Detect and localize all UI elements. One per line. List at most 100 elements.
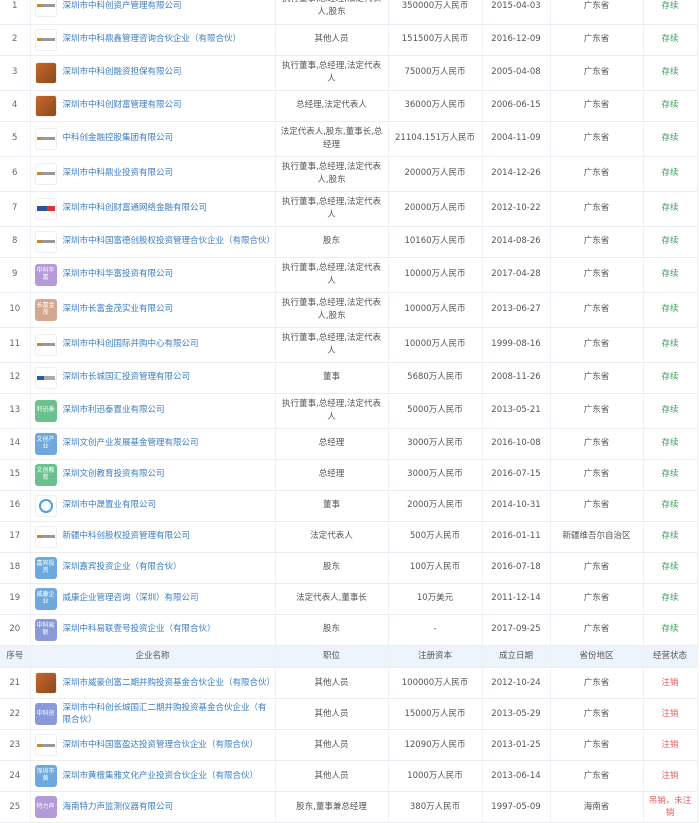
position-cell: 其他人员 <box>275 761 388 792</box>
province-cell: 海南省 <box>550 792 643 823</box>
company-name-cell: 嘉宾投资深圳嘉宾投资企业（有限合伙） <box>30 552 275 583</box>
date-cell: 2013-01-25 <box>482 730 550 761</box>
company-name-link[interactable]: 深圳市中科创融资担保有限公司 <box>63 66 182 78</box>
company-name-wrap: 中科创深圳市中科创长城国汇二期并购投资基金合伙企业（有限合伙） <box>35 702 272 727</box>
status-badge: 注销 <box>643 730 697 761</box>
position-cell: 法定代表人,董事长 <box>275 583 388 614</box>
company-name-link[interactable]: 深圳市中科国富盈达投资管理合伙企业（有限合伙） <box>63 739 259 751</box>
status-badge: 存续 <box>643 257 697 292</box>
capital-cell: 10万美元 <box>388 583 482 614</box>
position-cell: 董事 <box>275 362 388 393</box>
position-cell: 其他人员 <box>275 699 388 730</box>
company-name-wrap: 深圳市中科鼎业投资有限公司 <box>35 163 272 185</box>
position-cell: 股东 <box>275 226 388 257</box>
row-number: 21 <box>0 668 30 699</box>
company-name-link[interactable]: 深圳市威豪创富二期并购投资基金合伙企业（有限合伙） <box>63 677 272 689</box>
company-name-link[interactable]: 深圳文创产业发展基金管理有限公司 <box>63 437 199 449</box>
table-row: 6深圳市中科鼎业投资有限公司执行董事,总经理,法定代表人,股东20000万人民币… <box>0 156 697 191</box>
company-name-link[interactable]: 深圳市利迅泰置业有限公司 <box>63 404 165 416</box>
province-cell: 广东省 <box>550 459 643 490</box>
date-cell: 2016-10-08 <box>482 428 550 459</box>
table-row: 19威康企业威康企业管理咨询（深圳）有限公司法定代表人,董事长10万美元2011… <box>0 583 697 614</box>
table-row: 20中科易联深圳中科易联壹号投资企业（有限合伙）股东-2017-09-25广东省… <box>0 614 697 645</box>
capital-cell: 21104.151万人民币 <box>388 121 482 156</box>
status-badge: 存续 <box>643 393 697 428</box>
company-logo-icon <box>35 495 57 517</box>
capital-cell: 15000万人民币 <box>388 699 482 730</box>
company-name-link[interactable]: 深圳市中科创财富通网络金融有限公司 <box>63 202 208 214</box>
company-name-link[interactable]: 新疆中科创股权投资管理有限公司 <box>63 530 191 542</box>
company-name-link[interactable]: 深圳市中科创长城国汇二期并购投资基金合伙企业（有限合伙） <box>63 702 272 727</box>
company-name-wrap: 深圳市中科创财富通网络金融有限公司 <box>35 198 272 220</box>
company-name-link[interactable]: 深圳市黄檀集雅文化产业投资合伙企业（有限合伙） <box>63 770 259 782</box>
header-status: 经营状态 <box>643 646 697 668</box>
table-row: 2深圳市中科鼎鑫管理咨询合伙企业（有限合伙）其他人员151500万人民币2016… <box>0 24 697 55</box>
company-name-cell: 深圳市中科创融资担保有限公司 <box>30 55 275 90</box>
date-cell: 2006-06-15 <box>482 90 550 121</box>
company-name-link[interactable]: 海南特力声监测仪器有限公司 <box>63 801 174 813</box>
status-badge: 存续 <box>643 55 697 90</box>
position-cell: 执行董事,总经理,法定代表人 <box>275 327 388 362</box>
date-cell: 2016-12-09 <box>482 24 550 55</box>
capital-cell: 10000万人民币 <box>388 327 482 362</box>
table-row: 12深圳市长城国汇投资管理有限公司董事5680万人民币2008-11-26广东省… <box>0 362 697 393</box>
table-row: 17新疆中科创股权投资管理有限公司法定代表人500万人民币2016-01-11新… <box>0 521 697 552</box>
capital-cell: 151500万人民币 <box>388 24 482 55</box>
row-number: 16 <box>0 490 30 521</box>
company-name-wrap: 文创教育深圳文创教育投资有限公司 <box>35 464 272 486</box>
province-cell: 广东省 <box>550 428 643 459</box>
position-cell: 执行董事,总经理,法定代表人,股东 <box>275 292 388 327</box>
company-logo-icon <box>35 231 57 253</box>
company-name-link[interactable]: 威康企业管理咨询（深圳）有限公司 <box>63 592 199 604</box>
capital-cell: 500万人民币 <box>388 521 482 552</box>
company-name-link[interactable]: 深圳中科易联壹号投资企业（有限合伙） <box>63 623 216 635</box>
company-name-cell: 文创产业深圳文创产业发展基金管理有限公司 <box>30 428 275 459</box>
province-cell: 广东省 <box>550 90 643 121</box>
date-cell: 2013-05-29 <box>482 699 550 730</box>
table-row: 11深圳市中科创国际并购中心有限公司执行董事,总经理,法定代表人10000万人民… <box>0 327 697 362</box>
company-name-link[interactable]: 深圳市中晟置业有限公司 <box>63 499 157 511</box>
capital-cell: 10000万人民币 <box>388 257 482 292</box>
province-cell: 广东省 <box>550 668 643 699</box>
date-cell: 2008-11-26 <box>482 362 550 393</box>
province-cell: 广东省 <box>550 24 643 55</box>
company-name-link[interactable]: 深圳市中科创财富管理有限公司 <box>63 99 182 111</box>
row-number: 2 <box>0 24 30 55</box>
province-cell: 广东省 <box>550 583 643 614</box>
header-capital: 注册资本 <box>388 646 482 668</box>
status-badge: 存续 <box>643 521 697 552</box>
capital-cell: 5680万人民币 <box>388 362 482 393</box>
company-name-wrap: 深圳市中科创资产管理有限公司 <box>35 0 272 17</box>
capital-cell: 36000万人民币 <box>388 90 482 121</box>
company-name-link[interactable]: 深圳文创教育投资有限公司 <box>63 468 165 480</box>
company-name-link[interactable]: 深圳市中科创国际并购中心有限公司 <box>63 338 199 350</box>
company-name-wrap: 深圳市中科创融资担保有限公司 <box>35 62 272 84</box>
date-cell: 2013-06-27 <box>482 292 550 327</box>
company-name-cell: 深圳市中科国富德创股权投资管理合伙企业（有限合伙） <box>30 226 275 257</box>
position-cell: 执行董事,总经理,法定代表人 <box>275 393 388 428</box>
table-row: 3深圳市中科创融资担保有限公司执行董事,总经理,法定代表人75000万人民币20… <box>0 55 697 90</box>
province-cell: 广东省 <box>550 730 643 761</box>
company-name-link[interactable]: 深圳市中科鼎业投资有限公司 <box>63 167 174 179</box>
date-cell: 2014-10-31 <box>482 490 550 521</box>
company-logo-icon: 文创产业 <box>35 433 57 455</box>
table-row: 9中科华富深圳市中科华富投资有限公司执行董事,总经理,法定代表人10000万人民… <box>0 257 697 292</box>
position-cell: 其他人员 <box>275 668 388 699</box>
company-name-link[interactable]: 深圳市中科华富投资有限公司 <box>63 268 174 280</box>
company-name-cell: 深圳市中科鼎鑫管理咨询合伙企业（有限合伙） <box>30 24 275 55</box>
company-name-link[interactable]: 深圳市中科鼎鑫管理咨询合伙企业（有限合伙） <box>63 33 242 45</box>
company-logo-icon <box>35 0 57 17</box>
company-name-link[interactable]: 深圳市中科创资产管理有限公司 <box>63 0 182 12</box>
company-name-wrap: 深圳市长城国汇投资管理有限公司 <box>35 367 272 389</box>
company-name-link[interactable]: 深圳市长城国汇投资管理有限公司 <box>63 371 191 383</box>
company-name-link[interactable]: 中科创金融控股集团有限公司 <box>63 132 174 144</box>
capital-cell: 10000万人民币 <box>388 292 482 327</box>
status-badge: 注销 <box>643 761 697 792</box>
row-number: 23 <box>0 730 30 761</box>
company-name-link[interactable]: 深圳市长富金茂实业有限公司 <box>63 303 174 315</box>
company-name-link[interactable]: 深圳嘉宾投资企业（有限合伙） <box>63 561 182 573</box>
company-name-link[interactable]: 深圳市中科国富德创股权投资管理合伙企业（有限合伙） <box>63 235 272 247</box>
status-badge: 存续 <box>643 292 697 327</box>
table-row: 14文创产业深圳文创产业发展基金管理有限公司总经理3000万人民币2016-10… <box>0 428 697 459</box>
date-cell: 1999-08-16 <box>482 327 550 362</box>
